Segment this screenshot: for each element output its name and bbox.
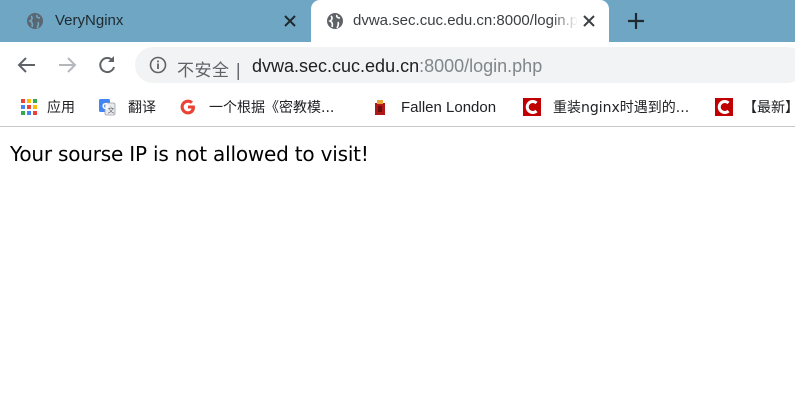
globe-icon bbox=[327, 13, 343, 29]
back-button[interactable] bbox=[13, 51, 41, 79]
address-bar[interactable]: 不安全 | dvwa.sec.cuc.edu.cn:8000/login.php bbox=[135, 47, 795, 83]
forward-button[interactable] bbox=[53, 51, 81, 79]
bookmarks-bar: 应用 G 文 翻译 一个根据《密教模... Fallen London 重装ng… bbox=[0, 88, 795, 127]
csdn-icon bbox=[715, 98, 733, 116]
bookmark-csdn-latest[interactable]: 【最新】 bbox=[715, 96, 795, 118]
apps-grid-icon bbox=[21, 99, 37, 115]
svg-text:文: 文 bbox=[108, 106, 115, 115]
reload-icon bbox=[99, 56, 115, 74]
bookmark-apps[interactable]: 应用 bbox=[20, 96, 75, 118]
url-host: dvwa.sec.cuc.edu.cn bbox=[252, 56, 420, 76]
tab-verynginx[interactable]: VeryNginx bbox=[0, 0, 310, 42]
tab-title: VeryNginx bbox=[55, 12, 124, 29]
bookmark-google-search[interactable]: 一个根据《密教模... bbox=[179, 96, 334, 118]
tab-dvwa-login[interactable]: dvwa.sec.cuc.edu.cn:8000/login.php bbox=[311, 0, 609, 43]
toolbar: 不安全 | dvwa.sec.cuc.edu.cn:8000/login.php bbox=[0, 43, 795, 88]
forward-arrow-icon bbox=[59, 57, 77, 73]
back-arrow-icon bbox=[17, 57, 35, 73]
tab-title: dvwa.sec.cuc.edu.cn:8000/login.php bbox=[353, 12, 578, 29]
bookmark-translate[interactable]: G 文 翻译 bbox=[98, 96, 156, 118]
bookmark-label: 重装nginx时遇到的... bbox=[553, 100, 690, 116]
bookmark-label: 翻译 bbox=[128, 100, 156, 116]
new-tab-button[interactable] bbox=[624, 9, 648, 33]
plus-icon bbox=[628, 13, 644, 29]
bookmark-label: 应用 bbox=[47, 100, 75, 116]
close-tab-icon[interactable] bbox=[281, 12, 299, 30]
info-icon[interactable] bbox=[149, 56, 167, 74]
globe-icon bbox=[27, 13, 43, 29]
google-translate-icon: G 文 bbox=[99, 99, 116, 116]
bookmark-label: 【最新】 bbox=[743, 100, 795, 116]
bookmark-label: Fallen London bbox=[401, 98, 497, 116]
fallen-london-icon bbox=[375, 100, 385, 115]
access-denied-message: Your sourse IP is not allowed to visit! bbox=[10, 142, 369, 166]
close-tab-icon[interactable] bbox=[580, 12, 598, 30]
tab-strip: VeryNginx dvwa.sec.cuc.edu.cn:8000/login… bbox=[0, 0, 795, 43]
bookmark-label: 一个根据《密教模... bbox=[209, 100, 335, 116]
url-path: :8000/login.php bbox=[419, 56, 543, 76]
bookmark-csdn-nginx[interactable]: 重装nginx时遇到的... bbox=[523, 96, 689, 118]
bookmark-fallen-london[interactable]: Fallen London bbox=[371, 96, 496, 118]
csdn-icon bbox=[523, 98, 541, 116]
google-g-icon bbox=[180, 99, 195, 115]
url-text[interactable]: dvwa.sec.cuc.edu.cn:8000/login.php bbox=[252, 56, 542, 77]
page-content: Your sourse IP is not allowed to visit! bbox=[0, 128, 795, 414]
security-status[interactable]: 不安全 | bbox=[177, 56, 242, 81]
reload-button[interactable] bbox=[93, 51, 121, 79]
